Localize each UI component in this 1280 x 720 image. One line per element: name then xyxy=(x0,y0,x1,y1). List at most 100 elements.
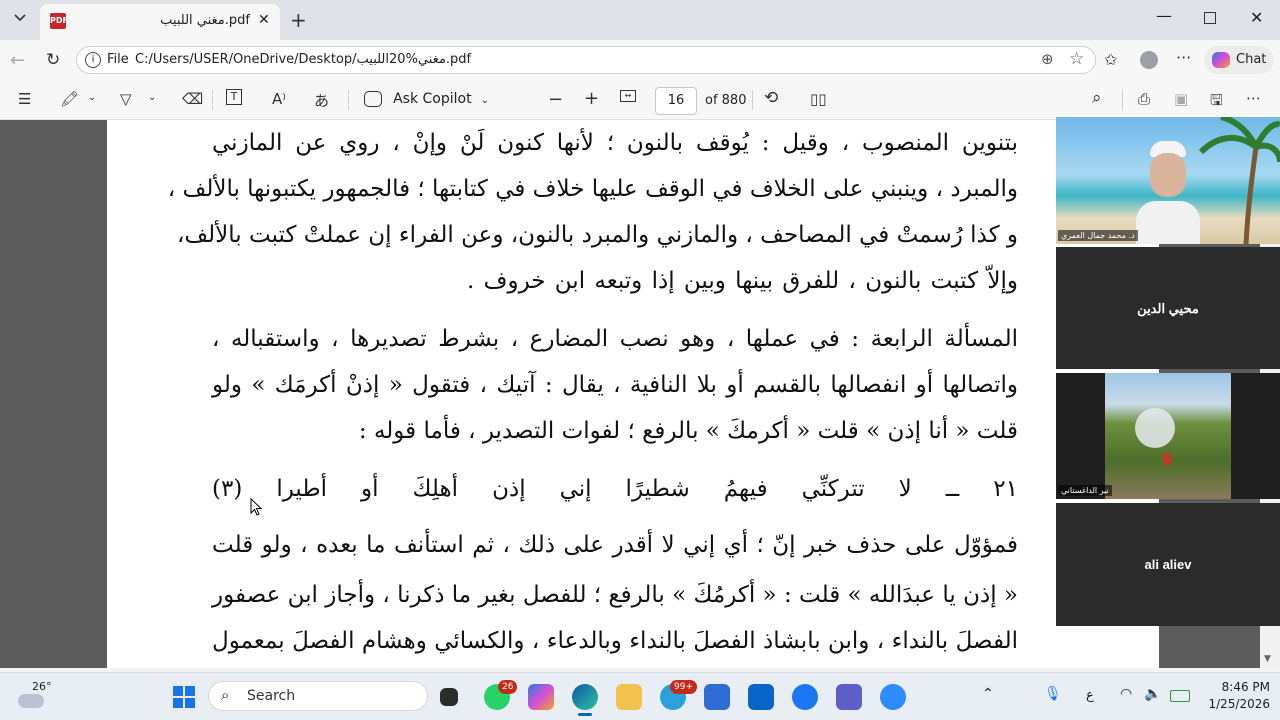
participant-name: محيي الدين xyxy=(1137,301,1199,316)
minimize-button[interactable]: — xyxy=(1156,6,1172,25)
toolbar-divider xyxy=(212,90,213,110)
toolbar-divider xyxy=(348,90,349,110)
zoom-in-icon[interactable]: + xyxy=(584,88,599,109)
input-language[interactable]: ع xyxy=(1086,688,1094,703)
search-pdf-icon[interactable]: ⌕ xyxy=(1092,88,1102,108)
draw-dropdown-icon[interactable]: ⌄ xyxy=(148,92,156,103)
search-icon: ⌕ xyxy=(221,686,230,704)
document-line: والمبرد ، وينبني على الخلاف في الوقف علي… xyxy=(167,176,1018,202)
tab-actions-icon[interactable] xyxy=(8,10,32,30)
favorites-icon[interactable]: ✩ xyxy=(1104,50,1117,69)
draw-icon[interactable]: ▽ xyxy=(120,90,132,108)
participant-label: د. محمد جمال العمري xyxy=(1058,230,1138,241)
file-explorer-icon[interactable] xyxy=(616,684,642,710)
address-bar[interactable]: i File C:/Users/USER/OneDrive/Desktop/مغ… xyxy=(76,46,1096,74)
save-as-icon[interactable]: 🖫 xyxy=(1210,90,1223,115)
cloud-icon xyxy=(18,694,44,708)
read-aloud-icon[interactable]: A⁾ xyxy=(272,90,286,108)
pdf-more-icon[interactable]: ⋯ xyxy=(1246,89,1261,107)
close-tab-icon[interactable]: ✕ xyxy=(258,12,270,28)
copilot-chat-button[interactable]: Chat xyxy=(1204,46,1274,74)
search-placeholder: Search xyxy=(247,688,296,704)
address-prefix: File xyxy=(107,52,129,67)
volume-icon[interactable]: 🔈 xyxy=(1144,686,1161,702)
zoom-icon[interactable] xyxy=(880,684,906,710)
fit-page-icon[interactable]: ↔ xyxy=(620,90,636,102)
microphone-icon[interactable]: 🎙 xyxy=(1044,686,1062,702)
pdf-icon: PDF xyxy=(50,13,68,29)
print-icon[interactable]: ⎙ xyxy=(1138,90,1150,108)
toolbar-divider xyxy=(1122,90,1123,110)
edge-icon[interactable] xyxy=(572,684,598,710)
taskbar-search[interactable]: ⌕ Search xyxy=(208,681,428,711)
participant-video xyxy=(1105,373,1231,499)
restore-button[interactable] xyxy=(1204,12,1216,24)
copilot-icon xyxy=(1212,52,1230,68)
ask-copilot-label: Ask Copilot xyxy=(393,90,472,107)
pdf-page: بتنوين المنصوب ، وقيل : يُوقف بالنون ؛ ل… xyxy=(107,120,1159,668)
whatsapp-badge: 26 xyxy=(498,680,518,694)
section-heading: المسألة الرابعة : في عملها ، وهو نصب الم… xyxy=(212,326,1018,352)
wifi-icon[interactable]: ◠ xyxy=(1120,686,1132,702)
start-button[interactable] xyxy=(172,685,196,709)
store-icon[interactable] xyxy=(704,684,730,710)
info-icon[interactable]: i xyxy=(85,52,101,68)
address-url[interactable]: C:/Users/USER/OneDrive/Desktop/مغني%20ال… xyxy=(135,52,471,67)
new-tab-button[interactable]: + xyxy=(290,8,307,32)
palm-tree-icon xyxy=(1198,117,1280,244)
eraser-icon[interactable]: ⌫ xyxy=(182,90,203,108)
facebook-icon[interactable] xyxy=(792,684,818,710)
video-tile-3[interactable]: نير الداغستاني xyxy=(1056,373,1280,499)
ask-copilot-button[interactable]: Ask Copilot ⌄ xyxy=(364,88,489,112)
video-tile-1[interactable]: د. محمد جمال العمري xyxy=(1056,117,1280,244)
save-icon[interactable]: ▣ xyxy=(1174,90,1188,108)
tab-title: مغني اللبيب.pdf xyxy=(160,13,250,28)
tray-chevron-icon[interactable]: ⌃ xyxy=(982,686,994,702)
page-total: of 880 xyxy=(705,93,747,108)
task-view-icon[interactable] xyxy=(440,688,458,706)
browser-tab[interactable]: PDF مغني اللبيب.pdf ✕ xyxy=(40,4,280,40)
document-line: قلت « أنا إذن » قلت « أكرمكَ » بالرفع ؛ … xyxy=(358,418,1018,444)
translate-icon[interactable]: あ xyxy=(314,90,329,111)
refresh-icon[interactable]: ↻ xyxy=(46,50,60,70)
clock-time[interactable]: 8:46 PM xyxy=(1204,680,1270,694)
rotate-icon[interactable]: ⟲ xyxy=(764,88,778,108)
contents-icon[interactable]: ☰ xyxy=(18,90,31,108)
participant-label: نير الداغستاني xyxy=(1058,485,1112,496)
page-number-value: 16 xyxy=(667,93,685,108)
highlight-icon[interactable]: 🖍 xyxy=(60,90,79,108)
toolbar-divider xyxy=(752,90,753,110)
battery-icon[interactable] xyxy=(1170,690,1190,702)
scroll-down-arrow-icon[interactable]: ▼ xyxy=(1264,654,1271,664)
page-number-input[interactable]: 16 xyxy=(655,87,697,115)
teams-icon[interactable] xyxy=(836,684,862,710)
zoom-out-icon[interactable]: − xyxy=(548,89,563,110)
profile-avatar[interactable] xyxy=(1140,51,1158,69)
document-line: الفصلَ بالنداء ، وابن بابشاذ الفصلَ بالن… xyxy=(212,628,1018,654)
close-window-button[interactable]: ✕ xyxy=(1250,8,1263,27)
favorite-star-icon[interactable]: ☆ xyxy=(1069,49,1084,69)
copilot-app-icon[interactable] xyxy=(528,684,554,710)
video-tile-2[interactable]: محيي الدين xyxy=(1056,247,1280,369)
page-view-icon[interactable]: ▯▯ xyxy=(810,90,827,108)
copilot-outline-icon xyxy=(364,90,382,107)
document-line: بتنوين المنصوب ، وقيل : يُوقف بالنون ؛ ل… xyxy=(212,130,1018,156)
zoom-icon[interactable]: ⊕ xyxy=(1041,50,1054,68)
outlook-icon[interactable] xyxy=(748,684,774,710)
participant-person xyxy=(1136,137,1200,244)
ask-copilot-dropdown-icon: ⌄ xyxy=(480,95,490,106)
document-line: واتصالها أو انفصالها بالقسم أو بلا الناف… xyxy=(212,372,1018,398)
more-menu-icon[interactable]: ··· xyxy=(1176,48,1191,67)
weather-widget[interactable]: 26° xyxy=(14,680,54,716)
telegram-badge: 99+ xyxy=(670,680,697,694)
mouse-cursor-icon xyxy=(250,497,263,520)
participant-name: ali aliev xyxy=(1144,557,1192,572)
weather-temp: 26° xyxy=(32,680,52,693)
back-icon[interactable]: ← xyxy=(10,50,25,71)
clock-date[interactable]: 1/25/2026 xyxy=(1200,697,1270,711)
verse-line: ٢١ ــ لا تتركنِّي فيهمُ شطيرًا إني إذن أ… xyxy=(212,476,1018,502)
highlight-dropdown-icon[interactable]: ⌄ xyxy=(88,92,96,103)
video-tile-4[interactable]: ali aliev xyxy=(1056,503,1280,626)
text-box-icon[interactable]: T xyxy=(226,89,242,105)
active-app-indicator xyxy=(578,713,592,716)
